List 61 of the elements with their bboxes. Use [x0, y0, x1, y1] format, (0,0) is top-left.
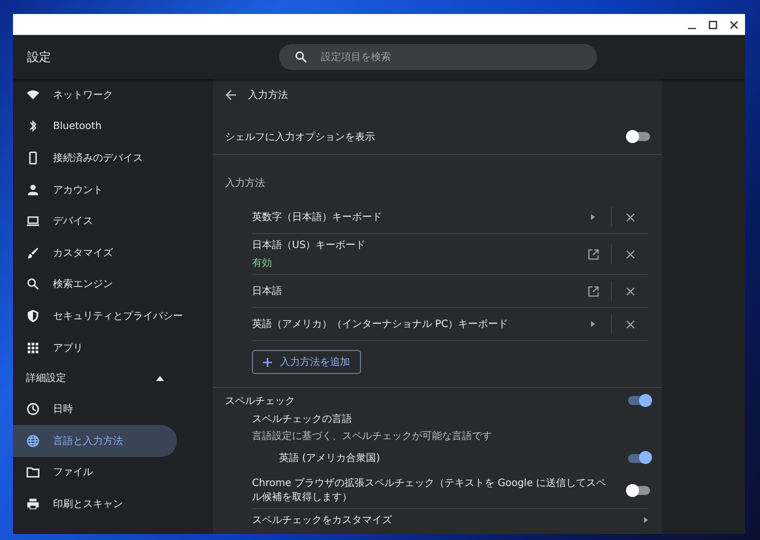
input-method-name: 英数字（日本語）キーボード: [252, 210, 383, 224]
sidebar-item[interactable]: アプリ: [13, 332, 177, 364]
input-method-name: 日本語: [252, 284, 283, 298]
person-icon: [26, 182, 40, 197]
globe-icon: [26, 434, 40, 448]
phone-icon: [26, 150, 40, 165]
status-label: 有効: [252, 256, 273, 270]
setting-label: スペルチェックの言語: [252, 412, 353, 426]
toggle-switch[interactable]: [628, 454, 650, 462]
search-field[interactable]: 設定項目を検索: [279, 44, 597, 70]
plus-icon: [263, 358, 272, 366]
close-icon[interactable]: [626, 212, 634, 222]
close-icon[interactable]: [626, 250, 634, 258]
search-icon: [26, 277, 40, 292]
clock-icon: [26, 402, 40, 416]
submenu-arrow-icon: [644, 516, 648, 522]
setting-label: Chrome ブラウザの拡張スペルチェック（テキストを Google に送信してスペル候補を取得します）: [252, 477, 608, 504]
language-name: 英語 (アメリカ合衆国): [279, 452, 380, 465]
sidebar-item[interactable]: ファイル: [13, 456, 177, 488]
sidebar-item[interactable]: 日時: [13, 393, 177, 425]
external-link-icon[interactable]: [588, 248, 598, 260]
sidebar-item[interactable]: 接続済みのデバイス: [13, 142, 177, 174]
sidebar-item[interactable]: Bluetooth: [13, 110, 177, 142]
caret-icon: [156, 376, 164, 381]
submenu-arrow-icon[interactable]: [591, 214, 595, 220]
setting-label: シェルフに入力オプションを表示: [225, 130, 375, 144]
sidebar-item[interactable]: 検索エンジン: [13, 268, 177, 300]
input-method-name: 英語（アメリカ）（インターナショナル PC）キーボード: [252, 318, 510, 331]
sidebar-item[interactable]: アカウント: [13, 174, 177, 206]
back-arrow-icon[interactable]: [225, 89, 237, 101]
section-heading: 入力方法: [224, 176, 266, 191]
sidebar-item[interactable]: 印刷とスキャン: [13, 488, 177, 520]
close-icon[interactable]: [729, 20, 739, 30]
sidebar-item[interactable]: セキュリティとプライバシー: [13, 300, 191, 332]
toggle-switch[interactable]: [628, 396, 650, 405]
laptop-icon: [26, 214, 40, 228]
app-title: 設定: [26, 48, 52, 66]
brush-icon: [26, 246, 40, 260]
sidebar-item[interactable]: カスタマイズ: [13, 236, 177, 269]
customize-spellcheck-link[interactable]: スペルチェックをカスタマイズ: [252, 508, 648, 531]
maximize-icon[interactable]: [708, 20, 718, 30]
folder-icon: [26, 465, 40, 480]
external-link-icon[interactable]: [588, 286, 598, 296]
setting-description: 言語設定に基づく、スペルチェックが可能な言語です: [252, 430, 493, 443]
toggle-switch[interactable]: [628, 132, 650, 141]
advanced-section-toggle[interactable]: 詳細設定: [13, 363, 177, 394]
input-method-name: 日本語（US）キーボード: [252, 238, 367, 252]
submenu-arrow-icon[interactable]: [591, 321, 595, 327]
wifi-icon: [26, 88, 40, 102]
sidebar-item[interactable]: デバイス: [13, 205, 177, 237]
close-icon[interactable]: [626, 286, 634, 296]
setting-label: スペルチェック: [225, 394, 295, 408]
close-icon[interactable]: [626, 320, 634, 328]
grid-icon: [26, 340, 40, 355]
add-input-method-button[interactable]: 入力方法を追加: [252, 350, 361, 374]
toggle-switch[interactable]: [628, 486, 650, 495]
page-title: 入力方法: [248, 88, 288, 102]
sidebar-item[interactable]: 言語と入力方法: [13, 424, 177, 457]
sidebar-item[interactable]: ネットワーク: [13, 79, 177, 111]
shield-icon: [26, 308, 40, 323]
printer-icon: [26, 496, 40, 511]
